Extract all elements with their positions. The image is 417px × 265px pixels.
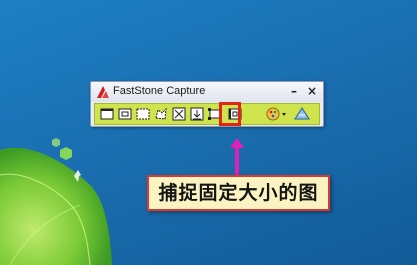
wallpaper-leaf [0,138,112,265]
callout-text: 捕捉固定大小的图 [158,182,319,204]
minimize-button[interactable]: – [287,83,301,99]
settings-icon[interactable] [293,106,313,122]
title-bar[interactable]: FastStone Capture – × [91,82,323,102]
output-settings-icon[interactable] [265,106,289,122]
pointer-arrow [230,138,244,176]
faststone-logo-icon [97,86,109,98]
callout-box: 捕捉固定大小的图 [147,175,330,211]
close-button[interactable]: × [305,83,319,99]
capture-tool-strip [94,103,320,125]
window-title: FastStone Capture [113,85,206,97]
faststone-capture-toolbar: FastStone Capture – × [90,81,324,127]
capture-active-window-icon[interactable] [99,106,115,122]
capture-window-object-icon[interactable] [117,106,133,122]
desktop [0,0,417,265]
capture-freehand-region-icon[interactable] [153,106,169,122]
capture-scrolling-window-icon[interactable] [189,106,205,122]
capture-rectangular-region-icon[interactable] [135,106,151,122]
highlight-box [219,102,241,126]
capture-full-screen-icon[interactable] [171,106,187,122]
